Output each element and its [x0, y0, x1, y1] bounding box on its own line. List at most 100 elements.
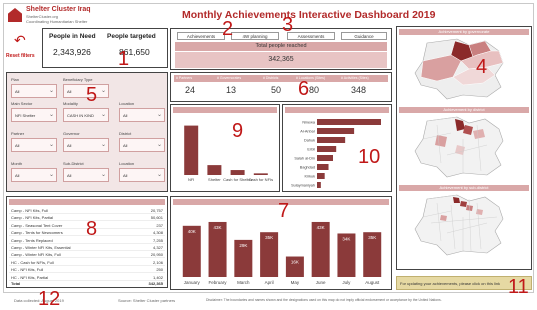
chart-tick-label: Dahuk — [304, 139, 315, 143]
table-total-label: Total — [11, 281, 21, 286]
table-cell-value: 2,106 — [152, 259, 163, 265]
filter-label: Location — [119, 101, 135, 106]
chart-data-label: 16K — [291, 260, 299, 265]
map-district[interactable] — [407, 115, 523, 179]
table-row[interactable]: Camp - Winter NFI Kits, Full 20,950 — [9, 251, 165, 259]
chart-bar — [317, 137, 346, 143]
tab-achievements[interactable]: Achievements — [177, 32, 225, 40]
chart-tick-label: Cash for NFIs — [248, 177, 273, 182]
filter-value: NFI Shelter — [15, 113, 36, 118]
map-subdistrict-header: Achievement by sub-district — [399, 185, 529, 191]
chevron-down-icon: ⌄ — [48, 112, 54, 118]
tab-assessments[interactable]: Assessments — [287, 32, 335, 40]
people-in-need-label: People in Need — [49, 33, 96, 40]
table-cell-name: Camp - Tents for Newcomers — [11, 230, 63, 236]
callout-11: 11 — [508, 276, 529, 298]
map-governorate-title: Achievement by governorate — [438, 29, 490, 34]
callout-1: 1 — [118, 48, 130, 70]
reset-filters-button[interactable]: ↶ Reset filters — [6, 28, 40, 66]
table-cell-value: 4,308 — [152, 230, 163, 236]
table-row[interactable]: HC - Cash for NFIs, Full 2,106 — [9, 259, 165, 266]
chart-data-label: 34K — [342, 236, 350, 241]
chart-bar — [317, 146, 337, 152]
filter-label: Modality — [63, 101, 78, 106]
chart-tick-label: Al-Anbar — [300, 130, 316, 134]
table-cell-value: 50,601 — [150, 215, 163, 221]
table-cell-name: Camp - NFI Kits, Full — [11, 208, 49, 213]
filter-dropdown[interactable]: All ⌄ — [11, 84, 57, 98]
maps-panel: Achievement by governorate Achievement b… — [396, 26, 532, 270]
chart-bar — [207, 165, 222, 175]
modality-chart-panel: NFI Shelter Cash for Shelter Cash for NFIs — [170, 104, 280, 192]
callout-5: 5 — [86, 84, 98, 106]
filter-label: Plan — [11, 77, 20, 82]
callout-8: 8 — [86, 218, 98, 240]
chart-bar — [311, 221, 330, 277]
logo: Shelter Cluster Iraq ShelterCluster.org … — [8, 6, 118, 26]
filter-dropdown[interactable]: NFI Shelter ⌄ — [11, 108, 57, 122]
map-district-title: Achievement by district — [443, 107, 485, 112]
chart-data-label: 43K — [214, 225, 222, 230]
chart-tick-label: Kirkuk — [304, 175, 315, 179]
table-cell-name: Camp - Tents Replaced — [11, 237, 53, 243]
filter-value: All — [123, 143, 128, 148]
callout-12: 12 — [38, 288, 61, 310]
filter-dropdown[interactable]: All ⌄ — [119, 138, 165, 152]
filter-dropdown[interactable]: All ⌄ — [63, 168, 109, 182]
chart-bar — [317, 182, 321, 188]
reached-label: Total people reached — [255, 43, 307, 49]
tab-4w-planning[interactable]: 4W planning — [231, 32, 279, 40]
reached-value-box: 342,365 — [175, 52, 387, 68]
filter-label: Main Sector — [11, 101, 33, 106]
chevron-down-icon: ⌄ — [100, 172, 106, 178]
filter-dropdown[interactable]: All ⌄ — [11, 138, 57, 152]
chevron-down-icon: ⌄ — [156, 142, 162, 148]
table-row[interactable]: HC - NFI Kits, Full 250 — [9, 266, 165, 274]
table-cell-name: HC - Cash for NFIs, Full — [11, 259, 54, 265]
filter-dropdown[interactable]: All ⌄ — [63, 138, 109, 152]
filter-dropdown[interactable]: All ⌄ — [119, 168, 165, 182]
chart-bar — [230, 170, 245, 175]
filter-value: All — [15, 173, 20, 178]
table-cell-name: Camp - Seasonal Tent Cover — [11, 222, 63, 228]
count-label-districts: # Districts — [263, 76, 279, 80]
filter-label: Location — [119, 161, 135, 166]
chart-tick-label: Salah al-Din — [294, 157, 315, 161]
filter-value: All — [67, 89, 72, 94]
count-districts: 50 — [271, 85, 282, 95]
people-targeted-label: People targeted — [107, 33, 156, 40]
chart-bar — [253, 173, 268, 175]
modality-chart-header — [173, 107, 277, 113]
chart-bar — [317, 128, 355, 134]
filter-dropdown[interactable]: CASH IN KIND ⌄ — [63, 108, 109, 122]
map-governorate[interactable] — [407, 37, 523, 101]
table-cell-value: 7,255 — [152, 237, 163, 243]
map-district-header: Achievement by district — [399, 107, 529, 113]
filter-label: District — [119, 131, 132, 136]
callout-2: 2 — [222, 18, 234, 40]
chart-data-label: 35K — [368, 235, 376, 240]
table-row[interactable]: Camp - Winter NFI Kits, Essential 4,327 — [9, 244, 165, 251]
reached-header: Total people reached — [175, 42, 387, 51]
table-cell-name: Camp - Winter NFI Kits, Essential — [11, 245, 71, 250]
tabs-panel: Achievements 4W planning Assessments Gui… — [170, 28, 392, 70]
footer-disclaimer: Disclaimer: The boundaries and names sho… — [206, 298, 442, 302]
filter-dropdown[interactable]: All ⌄ — [119, 108, 165, 122]
filter-value: All — [123, 173, 128, 178]
chevron-down-icon: ⌄ — [156, 112, 162, 118]
chart-data-label: 40K — [188, 229, 196, 234]
chart-bar — [317, 164, 329, 170]
table-cell-value: 237 — [156, 222, 163, 228]
tab-guidance[interactable]: Guidance — [341, 32, 387, 40]
callout-10: 10 — [358, 146, 381, 168]
logo-subtitle-2: Coordinating Humanitarian Shelter — [26, 19, 88, 24]
filter-value: All — [67, 143, 72, 148]
table-row[interactable]: Camp - NFI Kits, Full 20,757 — [9, 207, 165, 214]
filter-label: Month — [11, 161, 23, 166]
filter-dropdown[interactable]: All ⌄ — [11, 168, 57, 182]
table-row[interactable]: HC - NFI Kits, Partial 1,402 — [9, 274, 165, 281]
filter-value: All — [123, 113, 128, 118]
chart-tick-label: Sulaymaniyah — [291, 184, 315, 188]
map-subdistrict[interactable] — [407, 193, 523, 257]
chevron-down-icon: ⌄ — [100, 142, 106, 148]
